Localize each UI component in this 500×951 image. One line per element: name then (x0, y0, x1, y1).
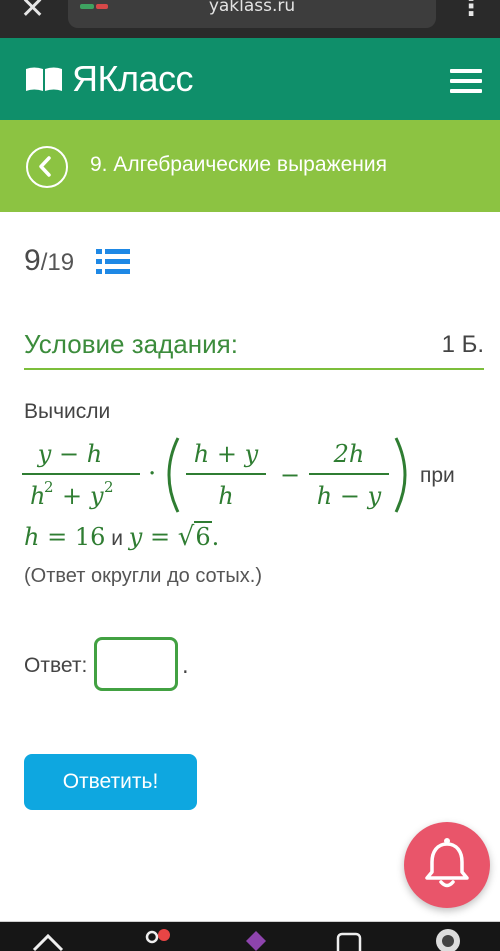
submit-button[interactable]: Ответить! (24, 754, 197, 810)
notifications-button[interactable] (404, 822, 490, 908)
system-nav-bar (0, 922, 500, 951)
url-text: yaklass.ru (208, 0, 296, 16)
points-value: 1 Б. (441, 331, 484, 358)
answer-input[interactable] (94, 637, 178, 691)
fraction-1-numerator: y − h (37, 440, 102, 468)
sqrt-sign: √ (177, 522, 195, 552)
value-h: 16 (74, 523, 106, 551)
and-word: и (105, 527, 129, 550)
back-button[interactable] (26, 146, 68, 188)
list-icon[interactable] (96, 248, 130, 276)
pri-word: при (420, 464, 455, 487)
fraction-1-den-exp1: 2 (44, 478, 54, 496)
fraction-1-den-y: y (89, 482, 104, 510)
task-verb: Вычисли (24, 400, 111, 423)
multiply-dot: · (148, 459, 156, 489)
right-paren (394, 437, 407, 513)
fraction-3-denominator: h − y (317, 482, 382, 510)
bell-icon (425, 838, 469, 888)
minus-sign: − (280, 461, 300, 489)
var-h: h (24, 523, 40, 551)
radicand: 6 (194, 521, 212, 551)
fraction-1-den-exp2: 2 (104, 478, 114, 496)
task-total: /19 (40, 249, 75, 276)
period: . (211, 523, 220, 551)
task-counter: 9/19 (24, 243, 74, 284)
condition-header: Условие задания: 1 Б. (24, 326, 484, 370)
address-bar[interactable]: yaklass.ru (68, 0, 436, 28)
logo[interactable]: ЯКласс (24, 58, 194, 99)
logo-text: ЯКласс (72, 58, 194, 99)
hamburger-icon[interactable] (450, 69, 482, 93)
rounding-hint: (Ответ округли до сотых.) (24, 565, 262, 587)
fraction-2-numerator: h + y (194, 440, 259, 468)
condition-values: h = 16 и y = √6. (24, 521, 219, 555)
profile-avatar-icon[interactable] (428, 926, 468, 951)
equals-1: = (39, 523, 75, 551)
var-y: y (128, 523, 143, 551)
chevron-left-icon (39, 156, 51, 177)
tab-switcher-icon[interactable] (330, 928, 370, 951)
social-notification-icon[interactable] (140, 925, 180, 951)
fraction-1-den-plus: + (62, 482, 82, 510)
topic-bar: 9. Алгебраические выражения (0, 120, 500, 212)
app-header: ЯКласс (0, 38, 500, 120)
answer-period: . (182, 654, 189, 678)
home-icon[interactable] (28, 928, 68, 951)
app-shortcut-icon[interactable] (236, 925, 276, 951)
equals-2: = (142, 523, 178, 551)
close-icon[interactable]: ✕ (20, 0, 45, 24)
condition-title: Условие задания: (24, 329, 238, 359)
left-paren (167, 437, 180, 513)
answer-label: Ответ: (24, 654, 88, 677)
fraction-2-denominator: h (218, 482, 233, 510)
topic-title: 9. Алгебраические выражения (90, 153, 387, 176)
more-vertical-icon[interactable]: ⋮ (458, 0, 484, 22)
math-expression: y − h h 2 + y 2 · h + y h − 2h h − y при (22, 437, 455, 513)
open-book-icon (26, 67, 62, 91)
browser-toolbar: ✕ yaklass.ru ⋮ (0, 0, 500, 38)
fraction-3-numerator: 2h (333, 440, 365, 468)
task-current: 9 (24, 244, 41, 277)
